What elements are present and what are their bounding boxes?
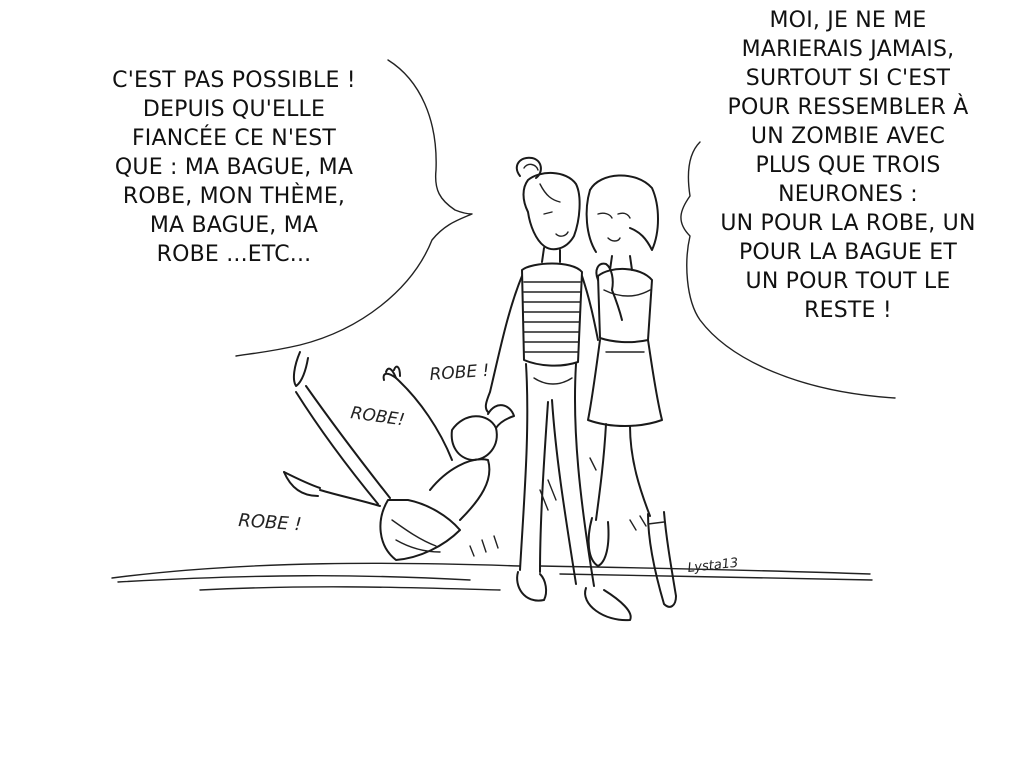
sfx-robe-middle: ROBE! bbox=[349, 403, 406, 430]
falling-bride bbox=[283, 351, 647, 561]
sfx-robe-top: ROBE ! bbox=[429, 361, 490, 385]
ground-lines bbox=[111, 562, 873, 591]
artist-signature: Lysta13 bbox=[687, 556, 739, 576]
speech-text-left: C'EST PAS POSSIBLE ! DEPUIS QU'ELLE FIAN… bbox=[112, 68, 356, 267]
woman-skirt bbox=[585, 174, 677, 608]
speech-text-right: MOI, JE NE ME MARIERAIS JAMAIS, SURTOUT … bbox=[720, 8, 976, 323]
sfx-robe-bottom: ROBE ! bbox=[238, 510, 303, 535]
woman-striped-shirt bbox=[484, 156, 632, 622]
comic-panel: ROBE ! ROBE! ROBE ! Lysta13 C'EST PAS PO… bbox=[0, 0, 1024, 768]
